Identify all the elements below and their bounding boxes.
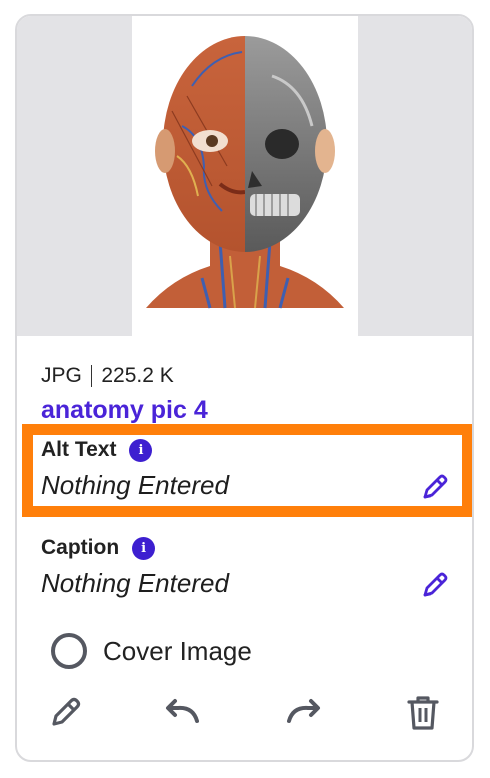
redo-icon xyxy=(287,699,320,723)
alt-text-label-row: Alt Text i xyxy=(41,438,153,462)
alt-text-field: Alt Text i Nothing Entered xyxy=(17,434,472,514)
edit-image-button[interactable] xyxy=(45,693,85,733)
file-title[interactable]: anatomy pic 4 xyxy=(41,396,208,425)
cover-image-radio[interactable] xyxy=(51,633,87,669)
caption-label-row: Caption i xyxy=(41,536,156,560)
meta-divider xyxy=(90,365,93,387)
file-format: JPG xyxy=(41,364,82,387)
trash-icon xyxy=(407,696,439,730)
image-preview-area xyxy=(17,16,472,336)
alt-text-value: Nothing Entered xyxy=(41,470,229,500)
file-meta: JPG 225.2 K xyxy=(41,364,174,388)
pencil-icon[interactable] xyxy=(418,472,450,504)
undo-button[interactable] xyxy=(163,693,203,733)
caption-field: Caption i Nothing Entered xyxy=(17,534,472,614)
caption-value: Nothing Entered xyxy=(41,568,229,598)
pencil-icon[interactable] xyxy=(418,570,450,602)
cover-image-option[interactable]: Cover Image xyxy=(51,633,252,669)
alt-text-label: Alt Text xyxy=(41,438,117,461)
image-card: JPG 225.2 K anatomy pic 4 Alt Text i Not… xyxy=(15,14,474,762)
undo-icon xyxy=(166,699,199,723)
info-icon[interactable]: i xyxy=(129,438,153,462)
anatomy-illustration xyxy=(146,36,344,309)
delete-button[interactable] xyxy=(403,693,443,733)
info-icon[interactable]: i xyxy=(132,536,156,560)
image-thumbnail[interactable] xyxy=(132,16,358,336)
file-size: 225.2 K xyxy=(101,364,174,387)
caption-label: Caption xyxy=(41,536,120,559)
redo-button[interactable] xyxy=(283,693,323,733)
pencil-icon xyxy=(52,697,81,726)
cover-image-label: Cover Image xyxy=(103,635,252,666)
